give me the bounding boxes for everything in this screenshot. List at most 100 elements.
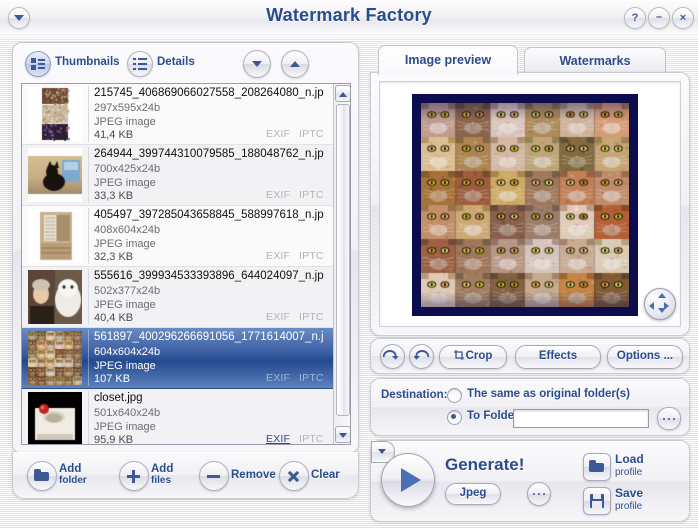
file-list-panel: Thumbnails Details 215745_40686906602755… [12,42,359,454]
application-window: Watermark Factory ? – × Thumbnails Detai… [0,0,698,528]
clear-label: Clear [311,469,340,481]
add-folder-label: Add folder [59,463,87,486]
file-thumbnail [28,392,82,444]
generate-panel: Generate! Jpeg Load profile Save profile [370,440,690,522]
preview-image [412,94,638,316]
redo-button[interactable] [409,344,434,369]
divider [88,208,89,264]
scroll-down-button[interactable] [335,426,350,443]
file-list-item[interactable]: 264944_399744310079585_188048762_n.jp 700… [22,145,334,206]
minimize-button[interactable]: – [648,7,670,29]
ellipsis-icon [533,493,545,495]
output-format-value[interactable]: Jpeg [445,483,501,505]
divider [88,147,89,203]
sort-down-button[interactable] [243,50,271,78]
divider [88,86,89,142]
crop-button[interactable]: Crop [439,345,507,369]
pan-tool-button[interactable] [644,288,676,320]
save-profile-label: Save profile [615,486,644,513]
help-button[interactable]: ? [624,7,646,29]
file-dimensions: 297x595x24b [94,102,161,114]
destination-folder-input[interactable] [513,409,649,428]
triangle-up-icon [290,61,300,67]
radio-same-folder[interactable] [447,388,462,403]
minus-icon [199,461,229,491]
view-thumbnails-button[interactable] [25,51,51,77]
exif-link[interactable]: EXIF [266,311,290,323]
triangle-up-icon [339,91,347,97]
file-size: 40,4 KB [94,312,134,324]
scroll-up-button[interactable] [335,85,350,102]
iptc-link[interactable]: IPTC [299,189,324,201]
iptc-link[interactable]: IPTC [299,311,324,323]
iptc-link[interactable]: IPTC [299,433,324,444]
format-options-button[interactable] [527,482,551,506]
file-type: JPEG image [94,238,156,250]
scrollbar-thumb[interactable] [336,104,350,416]
exif-link[interactable]: EXIF [266,433,290,444]
image-preview-panel [370,72,690,336]
divider [88,269,89,325]
tab-watermarks[interactable]: Watermarks [524,47,666,75]
view-details-label[interactable]: Details [157,56,195,68]
preview-canvas-area[interactable] [379,81,681,327]
file-name: closet.jpg [94,392,143,404]
file-name: 215745_406869066027558_208264080_n.jp [94,87,324,99]
file-list[interactable]: 215745_406869066027558_208264080_n.jp 297… [21,83,351,445]
file-name: 405497_397285043658845_588997618_n.jp [94,209,324,221]
add-files-label: Add files [151,463,174,486]
file-list-item[interactable]: 561897_400296266691056_1771614007_n.j 604… [22,328,334,389]
view-details-button[interactable] [127,51,153,77]
exif-link[interactable]: EXIF [266,189,290,201]
radio-same-folder-label[interactable]: The same as original folder(s) [467,388,630,400]
folder-open-icon [583,453,611,481]
floppy-disk-icon [583,487,611,515]
file-actions-toolbar: Add folder Add files Remove Clear [12,452,359,499]
file-list-scrollbar[interactable] [333,84,350,444]
file-dimensions: 408x604x24b [94,224,161,236]
file-size: 107 KB [94,373,131,385]
file-list-item[interactable]: 405497_397285043658845_588997618_n.jp 408… [22,206,334,267]
radio-to-folder[interactable] [447,410,462,425]
view-thumbnails-label[interactable]: Thumbnails [55,56,120,68]
divider [88,330,89,386]
file-size: 33,3 KB [94,190,134,202]
file-list-item[interactable]: closet.jpg 501x640x24b JPEG image 95,9 KB EX… [22,389,334,444]
iptc-link[interactable]: IPTC [299,372,324,384]
load-profile-label: Load profile [615,452,644,479]
triangle-down-icon [339,432,347,438]
triangle-down-icon [252,61,262,67]
exif-link[interactable]: EXIF [266,372,290,384]
exif-link[interactable]: EXIF [266,128,290,140]
crop-icon [453,350,464,360]
browse-folder-button[interactable] [657,407,681,430]
radio-to-folder-label[interactable]: To Folder [467,410,519,422]
file-list-item[interactable]: 555616_399934533393896_644024097_n.jp 502… [22,267,334,328]
file-type: JPEG image [94,299,156,311]
iptc-link[interactable]: IPTC [299,128,324,140]
folder-icon [27,461,57,491]
tab-image-preview[interactable]: Image preview [378,45,518,75]
file-thumbnail [28,331,82,385]
exif-link[interactable]: EXIF [266,250,290,262]
file-type: JPEG image [94,177,156,189]
options-button[interactable]: Options ... [607,345,683,369]
file-dimensions: 700x425x24b [94,163,161,175]
close-button[interactable]: × [672,7,694,29]
generate-button[interactable] [381,453,435,507]
undo-button[interactable] [380,344,405,369]
file-type: JPEG image [94,421,156,433]
file-name: 264944_399744310079585_188048762_n.jp [94,148,324,160]
details-list-icon [128,52,152,76]
file-size: 32,3 KB [94,251,134,263]
file-list-rows: 215745_406869066027558_208264080_n.jp 297… [22,84,334,444]
file-type: JPEG image [94,360,156,372]
effects-button[interactable]: Effects [515,345,601,369]
generate-label: Generate! [445,455,525,474]
iptc-link[interactable]: IPTC [299,250,324,262]
triangle-down-icon [378,449,386,454]
sort-up-button[interactable] [281,50,309,78]
file-list-item[interactable]: 215745_406869066027558_208264080_n.jp 297… [22,84,334,145]
redo-arrow-icon [413,349,430,360]
file-dimensions: 502x377x24b [94,285,161,297]
